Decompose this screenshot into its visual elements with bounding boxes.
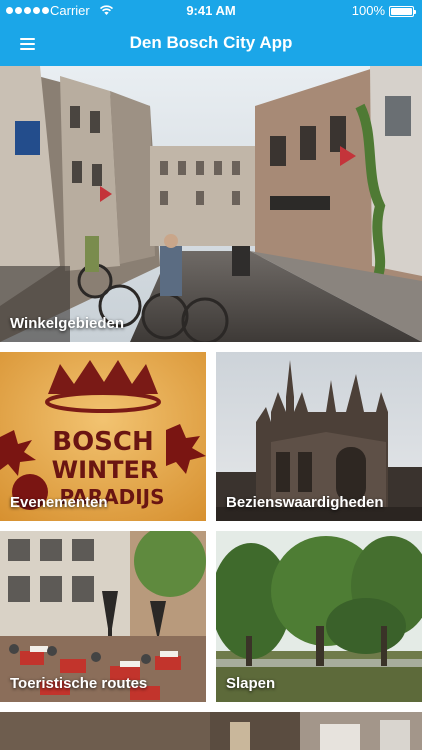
sign-text-1: BOSCH [52,427,154,457]
tile-label: Evenementen [10,494,108,511]
battery-icon [389,6,416,17]
tile-label: Slapen [226,675,276,692]
tile-winkelgebieden[interactable]: Winkelgebieden [0,66,422,342]
tile-label: Winkelgebieden [10,315,125,332]
app-title: Den Bosch City App [129,33,293,52]
tile-bezienswaardigheden[interactable]: Bezienswaardigheden [216,352,422,521]
tile-label: Bezienswaardigheden [226,494,384,511]
status-bar: Carrier 9:41 AM 100% [0,0,422,22]
street-photo [0,66,422,342]
battery-percentage: 100% [351,3,385,18]
tile-slapen[interactable]: Slapen [216,531,422,702]
tile-partial-bottom[interactable] [0,712,422,750]
sign-text-2: WINTER [52,456,159,484]
tile-label: Toeristische routes [10,675,148,692]
interior-photo [0,712,422,750]
navigation-bar: Den Bosch City App [0,22,422,66]
tile-toeristische-routes[interactable]: Toeristische routes [0,531,206,702]
tile-evenementen[interactable]: BOSCH WINTER PARADIJS Evenementen [0,352,206,521]
